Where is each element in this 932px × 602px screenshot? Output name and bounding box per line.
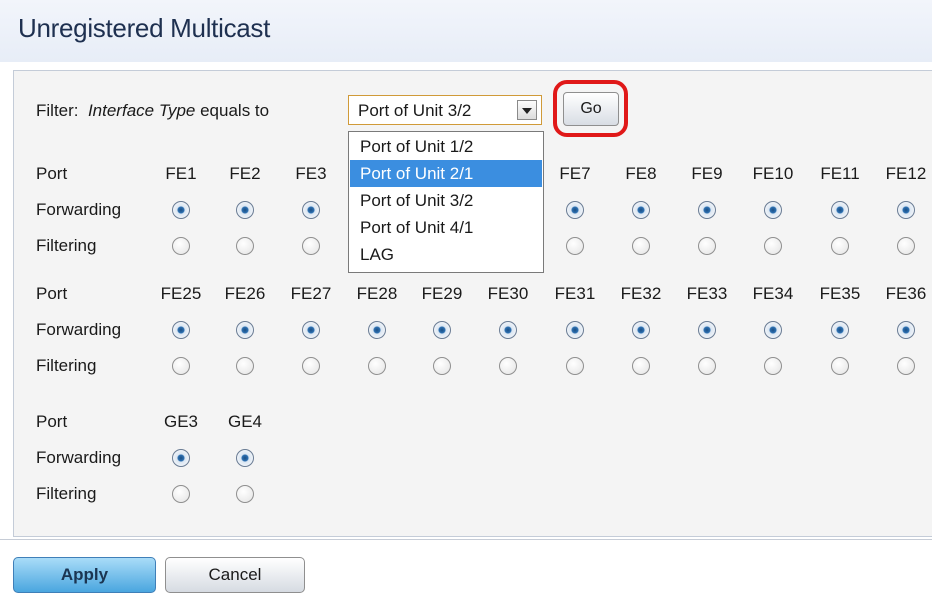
port-header: FE34 bbox=[752, 284, 794, 303]
port-header: FE32 bbox=[620, 284, 662, 303]
interface-type-selected-value: Port of Unit 3/2 bbox=[358, 101, 472, 120]
filtering-radio[interactable] bbox=[831, 237, 849, 255]
port-header: FE36 bbox=[885, 284, 927, 303]
dropdown-option[interactable]: Port of Unit 4/1 bbox=[350, 214, 542, 241]
filtering-radio[interactable] bbox=[236, 237, 254, 255]
filtering-radio[interactable] bbox=[698, 237, 716, 255]
forwarding-radio[interactable] bbox=[302, 201, 320, 219]
filtering-radio[interactable] bbox=[632, 237, 650, 255]
filtering-radio[interactable] bbox=[566, 237, 584, 255]
port-header: FE27 bbox=[290, 284, 332, 303]
forwarding-radio[interactable] bbox=[172, 201, 190, 219]
forwarding-radio[interactable] bbox=[897, 201, 915, 219]
filtering-radio[interactable] bbox=[897, 237, 915, 255]
port-header: FE9 bbox=[691, 164, 723, 183]
forwarding-radio[interactable] bbox=[831, 201, 849, 219]
port-header: FE1 bbox=[165, 164, 197, 183]
filtering-radio[interactable] bbox=[632, 357, 650, 375]
port-header: FE12 bbox=[885, 164, 927, 183]
port-header: FE3 bbox=[295, 164, 327, 183]
row-label-forwarding: Forwarding bbox=[36, 200, 122, 219]
port-header: FE33 bbox=[686, 284, 728, 303]
forwarding-radio[interactable] bbox=[236, 449, 254, 467]
interface-type-options[interactable]: Port of Unit 1/2 Port of Unit 2/1 Port o… bbox=[348, 131, 544, 273]
row-label-filtering: Filtering bbox=[36, 236, 97, 255]
filter-prefix: Filter: bbox=[36, 101, 79, 120]
forwarding-radio[interactable] bbox=[236, 201, 254, 219]
port-header: FE8 bbox=[625, 164, 657, 183]
row-label-forwarding: Forwarding bbox=[36, 448, 122, 467]
forwarding-radio[interactable] bbox=[566, 201, 584, 219]
footer-divider bbox=[0, 539, 932, 540]
filtering-radio[interactable] bbox=[764, 237, 782, 255]
row-label-port: Port bbox=[36, 412, 68, 431]
row-label-filtering: Filtering bbox=[36, 356, 97, 375]
filtering-radio[interactable] bbox=[172, 485, 190, 503]
port-header: FE7 bbox=[559, 164, 591, 183]
filtering-radio[interactable] bbox=[499, 357, 517, 375]
forwarding-radio[interactable] bbox=[368, 321, 386, 339]
dropdown-option[interactable]: LAG bbox=[350, 241, 542, 268]
filtering-radio[interactable] bbox=[236, 485, 254, 503]
port-header: FE10 bbox=[752, 164, 794, 183]
row-label-filtering: Filtering bbox=[36, 484, 97, 503]
forwarding-radio[interactable] bbox=[172, 321, 190, 339]
port-header: FE30 bbox=[487, 284, 529, 303]
dropdown-option[interactable]: Port of Unit 3/2 bbox=[350, 187, 542, 214]
forwarding-radio[interactable] bbox=[632, 321, 650, 339]
filtering-radio[interactable] bbox=[764, 357, 782, 375]
filtering-radio[interactable] bbox=[172, 357, 190, 375]
forwarding-radio[interactable] bbox=[302, 321, 320, 339]
forwarding-radio[interactable] bbox=[764, 201, 782, 219]
title-bar: Unregistered Multicast bbox=[0, 0, 932, 62]
dropdown-option-highlighted[interactable]: Port of Unit 2/1 bbox=[350, 160, 542, 187]
filtering-radio[interactable] bbox=[831, 357, 849, 375]
port-header: FE29 bbox=[421, 284, 463, 303]
dropdown-arrow-icon[interactable] bbox=[517, 100, 537, 120]
forwarding-radio[interactable] bbox=[236, 321, 254, 339]
filter-suffix: equals to bbox=[200, 101, 270, 120]
forwarding-radio[interactable] bbox=[172, 449, 190, 467]
forwarding-radio[interactable] bbox=[698, 201, 716, 219]
filter-label: Filter: Interface Type equals to bbox=[36, 101, 269, 121]
filtering-radio[interactable] bbox=[368, 357, 386, 375]
port-header: FE11 bbox=[820, 164, 860, 183]
port-header: FE28 bbox=[356, 284, 398, 303]
port-header: GE4 bbox=[227, 412, 263, 431]
filter-field-name: Interface Type bbox=[87, 101, 196, 120]
forwarding-radio[interactable] bbox=[698, 321, 716, 339]
filtering-radio[interactable] bbox=[236, 357, 254, 375]
port-header: FE26 bbox=[224, 284, 266, 303]
apply-button[interactable]: Apply bbox=[13, 557, 156, 593]
forwarding-radio[interactable] bbox=[632, 201, 650, 219]
port-header: FE31 bbox=[554, 284, 596, 303]
page-title: Unregistered Multicast bbox=[18, 13, 271, 43]
forwarding-radio[interactable] bbox=[433, 321, 451, 339]
filtering-radio[interactable] bbox=[302, 237, 320, 255]
highlight-ring bbox=[553, 80, 628, 137]
port-header: FE35 bbox=[819, 284, 861, 303]
port-header: FE2 bbox=[229, 164, 261, 183]
forwarding-radio[interactable] bbox=[566, 321, 584, 339]
filtering-radio[interactable] bbox=[897, 357, 915, 375]
row-label-forwarding: Forwarding bbox=[36, 320, 122, 339]
filtering-radio[interactable] bbox=[172, 237, 190, 255]
filtering-radio[interactable] bbox=[566, 357, 584, 375]
dropdown-option[interactable]: Port of Unit 1/2 bbox=[350, 133, 542, 160]
interface-type-select[interactable]: Port of Unit 3/2 bbox=[348, 95, 542, 125]
port-header: FE25 bbox=[160, 284, 202, 303]
forwarding-radio[interactable] bbox=[831, 321, 849, 339]
row-label-port: Port bbox=[36, 164, 68, 183]
cancel-button[interactable]: Cancel bbox=[165, 557, 305, 593]
filtering-radio[interactable] bbox=[302, 357, 320, 375]
row-label-port: Port bbox=[36, 284, 68, 303]
forwarding-radio[interactable] bbox=[897, 321, 915, 339]
filtering-radio[interactable] bbox=[433, 357, 451, 375]
port-header: GE3 bbox=[163, 412, 199, 431]
forwarding-radio[interactable] bbox=[764, 321, 782, 339]
filtering-radio[interactable] bbox=[698, 357, 716, 375]
forwarding-radio[interactable] bbox=[499, 321, 517, 339]
